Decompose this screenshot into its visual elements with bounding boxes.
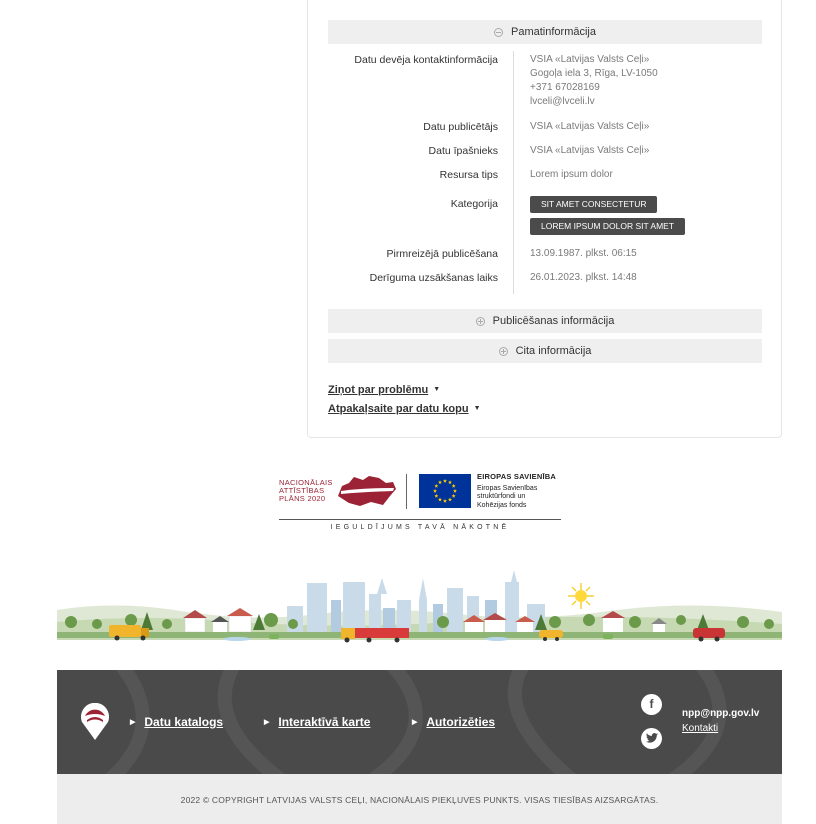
resource-type-value: Lorem ipsum dolor [530,169,613,180]
nap-2020-logo-text: NACIONĀLAIS ATTĪSTĪBAS PLĀNS 2020 [279,478,333,503]
dataset-feedback-link[interactable]: Atpakaļsaite par datu kopu [328,403,469,415]
expand-icon [475,316,485,326]
footer-nav-interactive-map[interactable]: ▶ Interaktīvā karte [264,715,370,729]
funding-logos: NACIONĀLAIS ATTĪSTĪBAS PLĀNS 2020 EIROPAS … [279,470,561,536]
owner-value: VSIA «Latvijas Valsts Ceļi» [530,145,650,156]
dataset-feedback-row: Atpakaļsaite par datu kopu ▼ [328,403,481,415]
twitter-icon[interactable] [641,728,662,749]
expand-icon [498,346,508,356]
npp-logo-icon[interactable] [80,703,110,741]
caret-down-icon[interactable]: ▼ [474,405,481,412]
accordion-other-info[interactable]: Cita informācija [328,339,762,363]
category-tag[interactable]: SIT AMET CONSECTETUR [530,196,658,213]
dataset-details-card: Pamatinformācija Datu devēja kontaktinfo… [307,0,782,438]
copyright-text: 2022 © COPYRIGHT LATVIJAS VALSTS CEĻI, N… [180,795,659,805]
facebook-icon[interactable]: f [641,694,662,715]
triangle-right-icon: ▶ [412,719,418,726]
category-tag[interactable]: LOREM IPSUM DOLOR SIT AMET [530,218,686,235]
valid-from-value: 26.01.2023. plkst. 14:48 [530,272,637,283]
footer-contacts-link[interactable]: Kontakti [682,723,718,734]
valid-from-label: Derīguma uzsākšanas laiks [369,272,498,284]
eu-funds-text: EIROPAS SAVIENĪBA Eiropas Savienības str… [477,472,556,509]
accordion-basic-info-title: Pamatinformācija [511,26,596,38]
accordion-basic-info[interactable]: Pamatinformācija [328,20,762,44]
owner-label: Datu īpašnieks [428,145,498,157]
city-landscape-illustration [57,570,782,643]
first-published-value: 13.09.1987. plkst. 06:15 [530,248,637,259]
accordion-publishing-info[interactable]: Publicēšanas informācija [328,309,762,333]
accordion-publishing-info-title: Publicēšanas informācija [492,315,615,327]
site-footer: ▶ Datu katalogs ▶ Interaktīvā karte ▶ Autor… [57,670,782,774]
footer-nav-data-catalog[interactable]: ▶ Datu katalogs [130,715,223,729]
latvia-map-icon [338,476,396,506]
resource-type-label: Resursa tips [439,169,498,181]
footer-email[interactable]: npp@npp.gov.lv [682,708,759,719]
contact-line-4: lvceli@lvceli.lv [530,96,595,107]
triangle-right-icon: ▶ [130,719,136,726]
category-label: Kategorija [450,198,498,210]
collapse-icon [494,27,503,37]
publisher-label: Datu publicētājs [423,121,498,133]
caret-down-icon[interactable]: ▼ [433,386,440,393]
report-problem-link[interactable]: Ziņot par problēmu [328,384,428,396]
contact-label: Datu devēja kontaktinformācija [354,54,498,66]
contact-line-2: Gogoļa iela 3, Rīga, LV-1050 [530,68,658,79]
accordion-other-info-title: Cita informācija [515,345,592,357]
copyright-bar: 2022 © COPYRIGHT LATVIJAS VALSTS CEĻI, N… [57,774,782,824]
field-divider [513,51,514,294]
motto-rule [279,519,561,520]
logo-separator [406,474,407,509]
contact-line-1: VSIA «Latvijas Valsts Ceļi» [530,54,650,65]
footer-nav-login[interactable]: ▶ Autorizēties [412,715,495,729]
publisher-value: VSIA «Latvijas Valsts Ceļi» [530,121,650,132]
report-problem-row: Ziņot par problēmu ▼ [328,384,440,396]
eu-flag-icon [419,474,471,508]
contact-line-3: +371 67028169 [530,82,600,93]
motto-text: IEGULDĪJUMS TAVĀ NĀKOTNĒ [330,524,510,531]
first-published-label: Pirmreizējā publicēšana [386,248,498,260]
triangle-right-icon: ▶ [264,719,270,726]
